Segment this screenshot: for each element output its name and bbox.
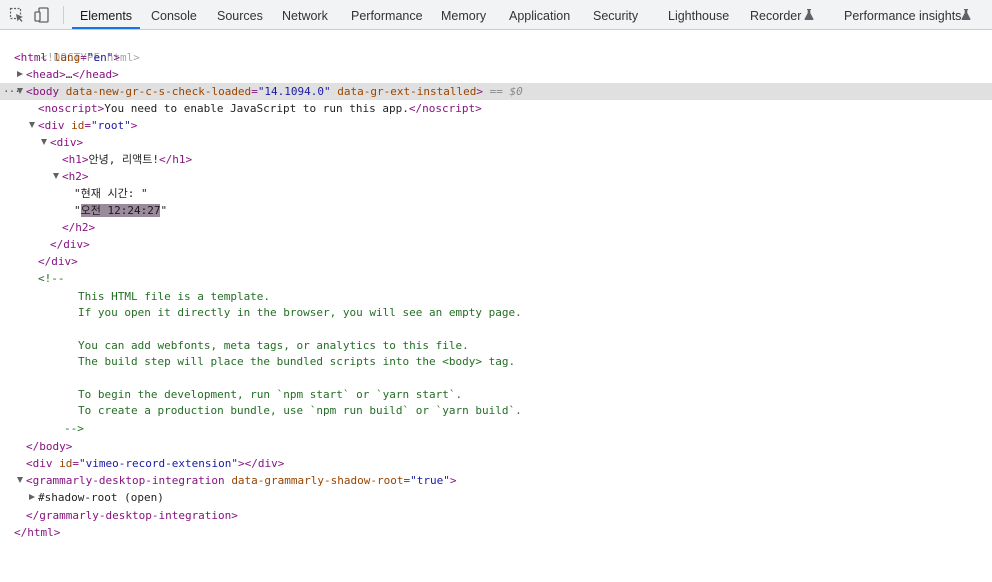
dom-node-doctype[interactable]: <!DOCTYPE html>: [0, 32, 992, 64]
expand-triangle-icon[interactable]: [17, 71, 23, 77]
tab-application[interactable]: Application: [509, 0, 570, 29]
comment-line: To begin the development, run `npm start…: [78, 388, 463, 401]
tab-recorder[interactable]: Recorder: [750, 0, 801, 29]
toolbar-divider: [63, 6, 64, 24]
comment-line: The build step will place the bundled sc…: [78, 355, 516, 368]
attr-value: "en": [86, 51, 114, 64]
dom-node-body-selected[interactable]: ··· <body data-new-gr-c-s-check-loaded="1…: [0, 83, 992, 100]
dom-node-h2[interactable]: <h2>: [0, 168, 992, 185]
dom-node-grammarly[interactable]: <grammarly-desktop-integration data-gram…: [0, 472, 992, 489]
dom-node-div-root[interactable]: <div id="root">: [0, 117, 992, 134]
tab-performance[interactable]: Performance: [351, 0, 423, 29]
dom-node-html-close[interactable]: </html>: [0, 524, 992, 541]
dom-node-vimeo[interactable]: <div id="vimeo-record-extension"></div>: [0, 455, 992, 472]
expand-triangle-icon[interactable]: [29, 494, 35, 500]
dom-node-head[interactable]: <head>…</head>: [0, 66, 992, 83]
dom-node-noscript[interactable]: <noscript>You need to enable JavaScript …: [0, 100, 992, 117]
tab-memory[interactable]: Memory: [441, 0, 486, 29]
tab-lighthouse[interactable]: Lighthouse: [668, 0, 729, 29]
experimental-flask-icon: [804, 9, 814, 20]
collapse-triangle-icon[interactable]: [41, 139, 47, 145]
inspect-element-icon[interactable]: [9, 7, 25, 23]
dom-text-node-label[interactable]: "현재 시간: ": [0, 185, 992, 202]
attr-name: lang: [53, 51, 81, 64]
tab-network[interactable]: Network: [282, 0, 328, 29]
dom-text-node-time[interactable]: "오전 12:24:27": [0, 202, 992, 219]
tab-security[interactable]: Security: [593, 0, 638, 29]
devtools-toolbar: Elements Console Sources Network Perform…: [0, 0, 992, 30]
tab-sources[interactable]: Sources: [217, 0, 263, 29]
tab-elements[interactable]: Elements: [72, 0, 140, 29]
time-value-highlight: 오전 12:24:27: [80, 204, 161, 217]
dom-tree: <!DOCTYPE html> <html lang="en"> <head>……: [0, 32, 992, 572]
dom-node-div-close[interactable]: </div>: [0, 236, 992, 253]
tab-performance-insights[interactable]: Performance insights: [844, 0, 961, 29]
dom-node-body-close[interactable]: </body>: [0, 438, 992, 455]
collapse-triangle-icon[interactable]: [17, 477, 23, 483]
dom-node-root-close[interactable]: </div>: [0, 253, 992, 270]
tab-console[interactable]: Console: [151, 0, 197, 29]
experimental-flask-icon: [961, 9, 971, 20]
dom-comment-open[interactable]: <!--: [0, 270, 992, 287]
device-toolbar-icon[interactable]: [34, 7, 50, 23]
tag-name: <html: [14, 51, 48, 64]
dom-comment-close: -->: [64, 422, 84, 435]
dom-node-html[interactable]: <html lang="en">: [0, 49, 992, 66]
comment-line: To create a production bundle, use `npm …: [78, 404, 522, 417]
comment-line: This HTML file is a template.: [78, 290, 271, 303]
comment-line: You can add webfonts, meta tags, or anal…: [78, 339, 469, 352]
collapse-triangle-icon[interactable]: [53, 173, 59, 179]
dom-node-div[interactable]: <div>: [0, 134, 992, 151]
collapse-triangle-icon[interactable]: [29, 122, 35, 128]
dom-node-h1[interactable]: <h1>안녕, 리액트!</h1>: [0, 151, 992, 168]
dom-node-shadow-root[interactable]: #shadow-root (open): [0, 489, 992, 506]
selected-node-marker: == $0: [489, 85, 523, 98]
dom-node-grammarly-close[interactable]: </grammarly-desktop-integration>: [0, 507, 992, 524]
collapse-triangle-icon[interactable]: [17, 88, 23, 94]
dom-node-h2-close[interactable]: </h2>: [0, 219, 992, 236]
comment-line: If you open it directly in the browser, …: [78, 306, 522, 319]
